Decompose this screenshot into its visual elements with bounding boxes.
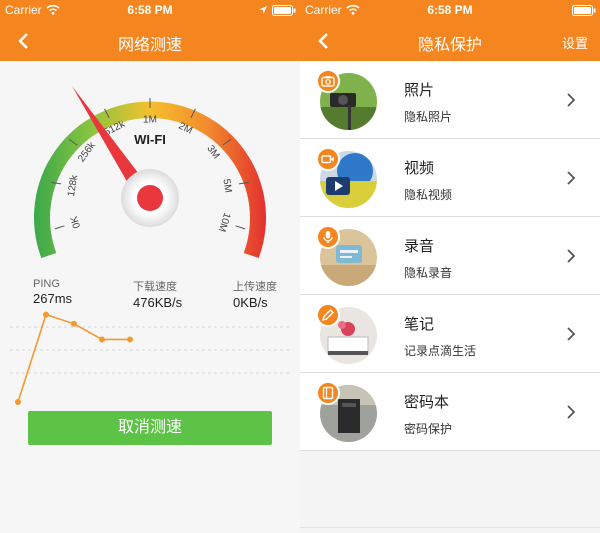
chevron-right-icon xyxy=(567,405,576,419)
list-item-subtitle: 隐私录音 xyxy=(404,266,453,280)
settings-button[interactable]: 设置 xyxy=(562,33,588,52)
gauge-tick-label: 1M xyxy=(143,115,157,126)
chevron-right-icon xyxy=(567,327,576,341)
speed-test-screen: Carrier 6:58 PM 网络测速 0K 128k 256k 512k 1… xyxy=(0,0,300,533)
list-item-title: 视频 xyxy=(404,160,435,177)
gauge-tick-label: 10M xyxy=(216,211,232,233)
chevron-right-icon xyxy=(567,249,576,263)
nav-bar: 网络测速 xyxy=(0,20,300,61)
list-item-notes[interactable]: 笔记 记录点滴生活 xyxy=(300,295,600,373)
notebook-icon xyxy=(316,381,340,405)
chart-data-point xyxy=(71,320,77,327)
gauge-tick-mark xyxy=(54,225,65,230)
battery-icon xyxy=(572,5,596,16)
list-item-subtitle: 密码保护 xyxy=(404,422,453,436)
status-time: 6:58 PM xyxy=(127,3,173,17)
chart-data-point xyxy=(127,336,133,343)
chevron-right-icon xyxy=(567,93,576,107)
list-item-title: 密码本 xyxy=(404,394,450,411)
divider xyxy=(300,527,600,528)
list-item-photos[interactable]: 照片 隐私照片 xyxy=(300,61,600,139)
list-item-title: 笔记 xyxy=(404,316,435,333)
download-label: 下载速度 xyxy=(133,281,177,293)
privacy-screen: Carrier 6:58 PM 隐私保护 设置 照片 隐私照片 视频 隐私视频 … xyxy=(300,0,600,533)
chart-data-point xyxy=(15,399,21,405)
battery-icon xyxy=(272,5,296,16)
page-title: 隐私保护 xyxy=(417,37,482,54)
gauge-hub-center xyxy=(137,185,163,211)
list-item-subtitle: 记录点滴生活 xyxy=(404,344,477,358)
status-time: 6:58 PM xyxy=(427,3,473,17)
speed-gauge: 0K128k256k512k 1M2M3M5M10M WI-FI xyxy=(33,86,266,258)
speed-line-chart xyxy=(10,311,290,405)
chart-series xyxy=(15,311,133,405)
gauge-tick-label: 0K xyxy=(69,214,83,229)
list-item-recordings[interactable]: 录音 隐私录音 xyxy=(300,217,600,295)
location-arrow-icon xyxy=(259,6,267,14)
nav-bar: 隐私保护 设置 xyxy=(300,20,600,61)
chart-series-line xyxy=(17,313,130,403)
list-item-passwords[interactable]: 密码本 密码保护 xyxy=(300,373,600,451)
ping-value: 267ms xyxy=(33,291,73,306)
gauge-tick-label: 5M xyxy=(220,178,233,193)
chart-data-point xyxy=(43,311,49,318)
microphone-icon xyxy=(316,225,340,249)
status-bar: Carrier 6:58 PM xyxy=(300,0,600,20)
pencil-icon xyxy=(316,303,340,327)
list-item-title: 照片 xyxy=(404,82,435,99)
ping-label: PING xyxy=(33,278,60,290)
ping-stat: PING 267ms xyxy=(33,278,72,306)
gauge-tick-label: 128k xyxy=(66,173,80,197)
list-item-title: 录音 xyxy=(404,238,435,255)
chart-data-point xyxy=(99,336,105,343)
list-item-videos[interactable]: 视频 隐私视频 xyxy=(300,139,600,217)
upload-label: 上传速度 xyxy=(233,281,277,293)
video-camera-icon xyxy=(316,147,340,171)
status-bar: Carrier 6:58 PM xyxy=(0,0,300,20)
network-type-label: WI-FI xyxy=(134,132,166,147)
cancel-test-button[interactable]: 取消测速 xyxy=(28,411,272,445)
gauge-tick-mark xyxy=(235,225,246,230)
list-item-subtitle: 隐私照片 xyxy=(404,110,453,124)
privacy-list: 照片 隐私照片 视频 隐私视频 录音 隐私录音 笔记 记录点滴生活 密码本 密码… xyxy=(300,61,600,451)
page-title: 网络测速 xyxy=(117,37,182,54)
camera-icon xyxy=(316,69,340,93)
list-item-subtitle: 隐私视频 xyxy=(404,188,453,202)
gauge-tick-label: 3M xyxy=(204,143,221,161)
chevron-right-icon xyxy=(567,171,576,185)
